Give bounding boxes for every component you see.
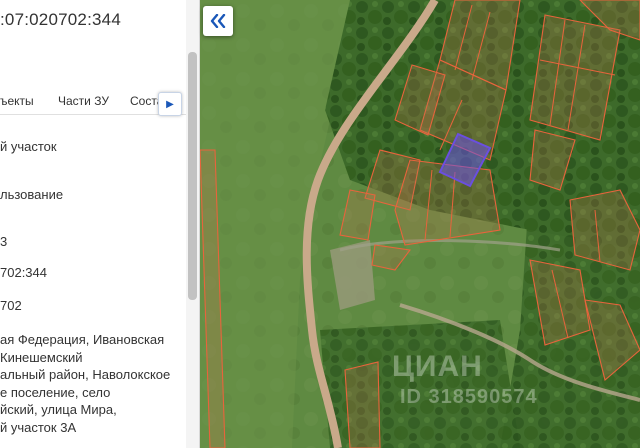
address-line: йский, улица Мира, <box>0 402 117 418</box>
address-line: Кинешемский <box>0 349 83 365</box>
field-object-type: й участок <box>0 139 57 154</box>
field-area: 3 <box>0 234 8 249</box>
watermark-id: ID 318590574 <box>400 386 538 408</box>
satellite-map[interactable]: ЦИАН ID 318590574 <box>200 0 640 448</box>
address-line: е поселение, село <box>0 384 111 400</box>
address-block: ая Федерация, Ивановская Кинешемский аль… <box>0 331 170 437</box>
field-permitted-use: льзование <box>0 187 64 202</box>
address-line: ая Федерация, Ивановская <box>0 332 165 347</box>
tab-parcel-parts[interactable]: Части ЗУ <box>58 94 109 108</box>
tab-objects[interactable]: ъекты <box>0 94 34 108</box>
field-cadastral-quarter: 702 <box>0 298 22 313</box>
panel-scrollbar-thumb[interactable] <box>188 52 197 300</box>
cadastral-number-title: :07:020702:344 <box>0 10 121 29</box>
double-chevron-left-icon <box>210 14 226 28</box>
collapse-panel-button[interactable] <box>203 6 233 36</box>
address-line: й участок 3А <box>0 419 77 435</box>
chevron-right-icon: ▶ <box>166 98 174 110</box>
watermark: ЦИАН <box>392 350 483 383</box>
info-panel: :07:020702:344 ъекты Части ЗУ Соста ▶ й … <box>0 0 200 448</box>
field-cadastral-number: 702:344 <box>0 265 47 280</box>
parcel <box>344 361 381 448</box>
tab-scroll-right-button[interactable]: ▶ <box>158 92 182 116</box>
address-line: альный район, Наволокское <box>0 367 171 383</box>
